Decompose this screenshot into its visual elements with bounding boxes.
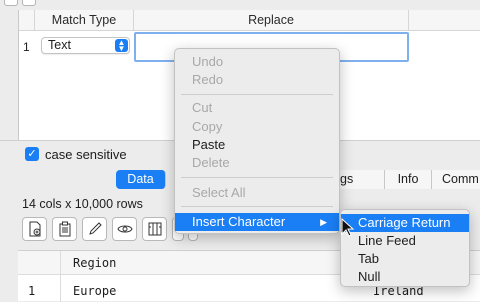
grid-cell-region[interactable]: Europe (73, 284, 116, 298)
submenu-item-tab[interactable]: Tab (341, 250, 469, 268)
context-menu: Undo Redo Cut Copy Paste Delete Select A… (174, 48, 340, 234)
grid-row-number: 1 (28, 284, 36, 298)
chevron-up-down-icon: ▲ ▼ (115, 39, 128, 53)
match-type-select[interactable]: Text ▲ ▼ (41, 37, 130, 54)
submenu-item-carriage-return[interactable]: Carriage Return (341, 214, 469, 232)
edit-button[interactable] (82, 217, 107, 241)
toolbar-button-stub[interactable] (22, 0, 36, 6)
insert-character-label: Insert Character (192, 214, 286, 229)
empty-header (409, 10, 480, 31)
match-type-value: Text (48, 38, 71, 52)
insert-character-submenu: Carriage Return Line Feed Tab Null (340, 209, 470, 287)
region-column-header[interactable]: Region (73, 256, 116, 270)
mouse-pointer-icon (341, 218, 355, 237)
menu-item-delete: Delete (192, 155, 230, 170)
toolbar-button-stub[interactable] (4, 0, 18, 6)
pencil-icon (88, 222, 102, 235)
row-number-header (19, 10, 35, 31)
case-sensitive-checkbox[interactable]: ✓ (25, 147, 39, 161)
tab-settings[interactable]: gs (340, 170, 385, 189)
menu-item-insert-character[interactable]: Insert Character ▶ (175, 213, 339, 231)
match-type-header[interactable]: Match Type (35, 10, 134, 31)
submenu-item-null[interactable]: Null (341, 268, 469, 286)
columns-icon (148, 222, 161, 236)
new-file-button[interactable] (22, 217, 47, 241)
menu-separator (181, 206, 333, 207)
menu-item-select-all: Select All (192, 185, 246, 200)
tab-spacer (18, 170, 116, 189)
preview-button[interactable] (112, 217, 137, 241)
paste-file-button[interactable] (52, 217, 77, 241)
paste-file-icon (59, 221, 70, 237)
submenu-item-line-feed[interactable]: Line Feed (341, 232, 469, 250)
column-separator (60, 251, 61, 302)
tab-info[interactable]: Info (385, 170, 432, 189)
case-sensitive-label[interactable]: case sensitive (45, 147, 127, 162)
menu-item-cut: Cut (192, 100, 213, 115)
columns-button[interactable] (142, 217, 167, 241)
new-file-icon (29, 221, 40, 237)
tab-data[interactable]: Data (116, 170, 166, 189)
replace-header[interactable]: Replace (134, 10, 409, 31)
row-col-summary: 14 cols x 10,000 rows (22, 197, 143, 211)
menu-separator (181, 94, 333, 95)
tab-comm[interactable]: Comm (432, 170, 480, 189)
menu-item-paste[interactable]: Paste (175, 136, 339, 154)
menu-item-copy: Copy (192, 119, 223, 134)
submenu-arrow-icon: ▶ (320, 217, 327, 227)
menu-item-redo: Redo (192, 72, 224, 87)
eye-icon (116, 225, 133, 233)
row-number: 1 (23, 40, 30, 54)
top-toolbar (0, 0, 480, 10)
menu-item-undo: Undo (192, 54, 224, 69)
menu-separator (181, 177, 333, 178)
